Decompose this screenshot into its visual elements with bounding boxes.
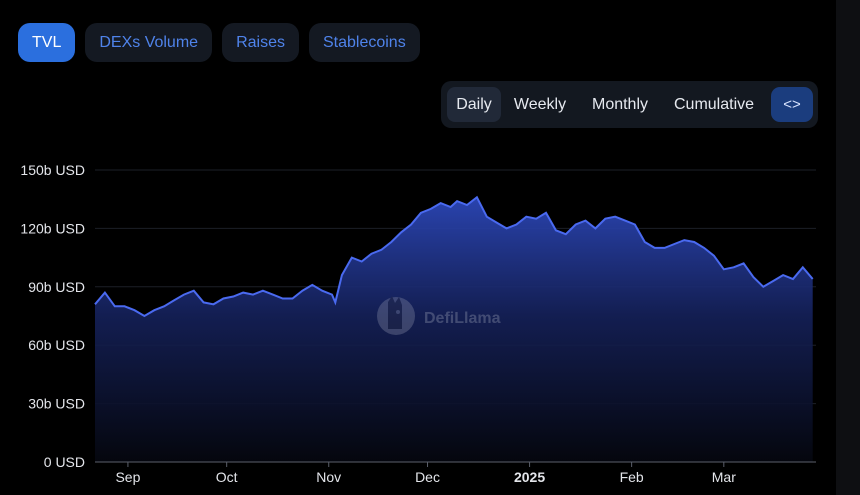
chart-panel: TVL DEXs Volume Raises Stablecoins Daily… (0, 0, 836, 495)
x-tick-label: Oct (216, 469, 238, 485)
y-tick-label: 120b USD (20, 220, 85, 236)
tvl-chart: 0 USD 30b USD 60b USD 90b USD 120b USD 150b U… (20, 162, 816, 485)
x-tick-label: Mar (712, 469, 736, 485)
x-tick-label: Nov (316, 469, 341, 485)
y-tick-label: 60b USD (28, 337, 85, 353)
watermark-text: DefiLlama (424, 310, 501, 327)
x-tick-label: Feb (620, 469, 644, 485)
tvl-area (95, 197, 813, 463)
y-tick-label: 90b USD (28, 279, 85, 295)
x-tick-label: Sep (115, 469, 140, 485)
scrollbar-track[interactable] (836, 0, 860, 495)
y-tick-label: 150b USD (20, 162, 85, 178)
x-tick-label: Dec (415, 469, 440, 485)
y-tick-label: 0 USD (44, 454, 85, 470)
y-tick-label: 30b USD (28, 396, 85, 412)
x-tick-label: 2025 (514, 469, 545, 485)
